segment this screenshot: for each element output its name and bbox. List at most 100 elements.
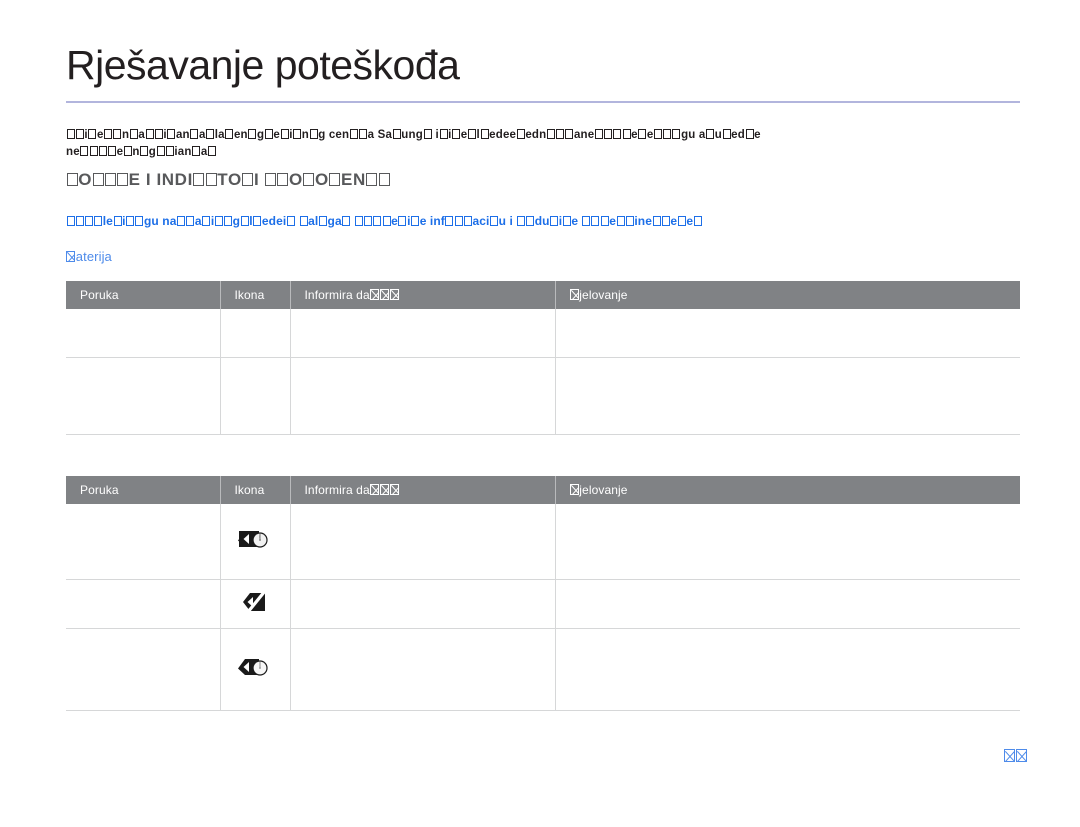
note-line: le i gu na a i g l edei al ga eie inf aci u i du i e… (66, 214, 1066, 228)
missing-glyph-box (253, 216, 262, 226)
missing-glyph-box (622, 129, 631, 139)
missing-glyph-box (123, 146, 132, 156)
cell-informira (290, 357, 556, 435)
missing-glyph-box (280, 129, 289, 139)
table-body (66, 309, 1020, 435)
cell-informira (290, 504, 556, 580)
missing-glyph-box (604, 129, 613, 139)
missing-glyph-box (192, 146, 201, 156)
missing-glyph-box (354, 216, 363, 226)
missing-glyph-box (206, 129, 215, 139)
missing-glyph-box (439, 129, 448, 139)
missing-glyph-box (205, 173, 217, 186)
missing-glyph-box (550, 216, 559, 226)
missing-glyph-box (329, 173, 341, 186)
missing-glyph-box (135, 216, 144, 226)
missing-glyph-box (411, 216, 420, 226)
missing-glyph-box (66, 251, 76, 262)
cell-djelovanje (555, 579, 1020, 629)
page-title: Rješavanje poteškođa (66, 42, 460, 88)
missing-glyph-box (672, 129, 681, 139)
battery-slash-icon (235, 587, 275, 617)
missing-glyph-box (248, 129, 257, 139)
missing-glyph-box (613, 129, 622, 139)
missing-glyph-box (140, 146, 149, 156)
missing-glyph-box (516, 216, 525, 226)
table-row (66, 579, 1020, 629)
missing-glyph-box (225, 129, 234, 139)
missing-glyph-box (677, 216, 686, 226)
column-header-informira: Informira da (290, 281, 556, 309)
title-divider (66, 101, 1020, 103)
table-row (66, 309, 1020, 358)
intro-line-2: ne e n g ian a (66, 144, 1080, 161)
missing-glyph-box (452, 129, 461, 139)
missing-glyph-box (480, 129, 489, 139)
table-header-row: Poruka Ikona Informira da jelovanje (66, 281, 1020, 309)
column-header-ikona: Ikona (220, 476, 291, 504)
missing-glyph-box (66, 129, 75, 139)
table-body (66, 504, 1020, 711)
missing-glyph-box (652, 216, 661, 226)
missing-glyph-box (516, 129, 525, 139)
missing-glyph-box (389, 484, 399, 495)
missing-glyph-box (177, 216, 186, 226)
missing-glyph-box (370, 484, 380, 495)
cell-poruka (66, 357, 221, 435)
battery-empty-gauge-icon (235, 652, 275, 682)
missing-glyph-box (186, 216, 195, 226)
missing-glyph-box (89, 146, 98, 156)
missing-glyph-box (75, 216, 84, 226)
missing-glyph-box (556, 129, 565, 139)
missing-glyph-box (591, 216, 600, 226)
missing-glyph-box (318, 216, 327, 226)
missing-glyph-box (165, 146, 174, 156)
missing-glyph-box (286, 216, 295, 226)
missing-glyph-box (104, 129, 113, 139)
table-row (66, 504, 1020, 580)
missing-glyph-box (66, 216, 75, 226)
missing-glyph-box (193, 173, 205, 186)
missing-glyph-box (126, 216, 135, 226)
table-battery-messages-2: Poruka Ikona Informira da jelovanje (66, 476, 1020, 711)
cell-ikona (220, 357, 291, 435)
missing-glyph-box (202, 216, 211, 226)
missing-glyph-box (526, 216, 535, 226)
cell-poruka (66, 504, 221, 580)
intro-paragraph: i e n a i an a la en g e i n g cen a Sa ung i i e l edee edn… (66, 127, 1080, 161)
missing-glyph-box (565, 129, 574, 139)
missing-glyph-box (224, 216, 233, 226)
missing-glyph-box (299, 216, 308, 226)
missing-glyph-box (638, 129, 647, 139)
missing-glyph-box (104, 173, 116, 186)
missing-glyph-box (66, 173, 78, 186)
missing-glyph-box (92, 173, 104, 186)
missing-glyph-box (277, 173, 289, 186)
missing-glyph-box (293, 129, 302, 139)
missing-glyph-box (616, 216, 625, 226)
missing-glyph-box (546, 129, 555, 139)
missing-glyph-box (382, 216, 391, 226)
missing-glyph-box (349, 129, 358, 139)
cell-poruka (66, 628, 221, 711)
missing-glyph-box (463, 216, 472, 226)
intro-line-1: i e n a i an a la en g e i n g cen a Sa ung i i e l edee edn… (66, 129, 761, 141)
missing-glyph-box (342, 216, 351, 226)
table-row (66, 628, 1020, 711)
missing-glyph-box (214, 216, 223, 226)
column-header-poruka: Poruka (66, 281, 221, 309)
table-header: Poruka Ikona Informira da jelovanje (66, 476, 1020, 504)
table-header: Poruka Ikona Informira da jelovanje (66, 281, 1020, 309)
missing-glyph-box (80, 146, 89, 156)
missing-glyph-box (389, 289, 399, 300)
missing-glyph-box (562, 216, 571, 226)
document-page: Rješavanje poteškođa i e n a i an a la en g e i n g c… (0, 0, 1080, 827)
cell-ikona (220, 504, 291, 580)
missing-glyph-box (600, 216, 609, 226)
missing-glyph-box (663, 129, 672, 139)
missing-glyph-box (693, 216, 702, 226)
missing-glyph-box (1004, 749, 1016, 762)
missing-glyph-box (129, 129, 138, 139)
missing-glyph-box (722, 129, 731, 139)
missing-glyph-box (569, 289, 579, 300)
